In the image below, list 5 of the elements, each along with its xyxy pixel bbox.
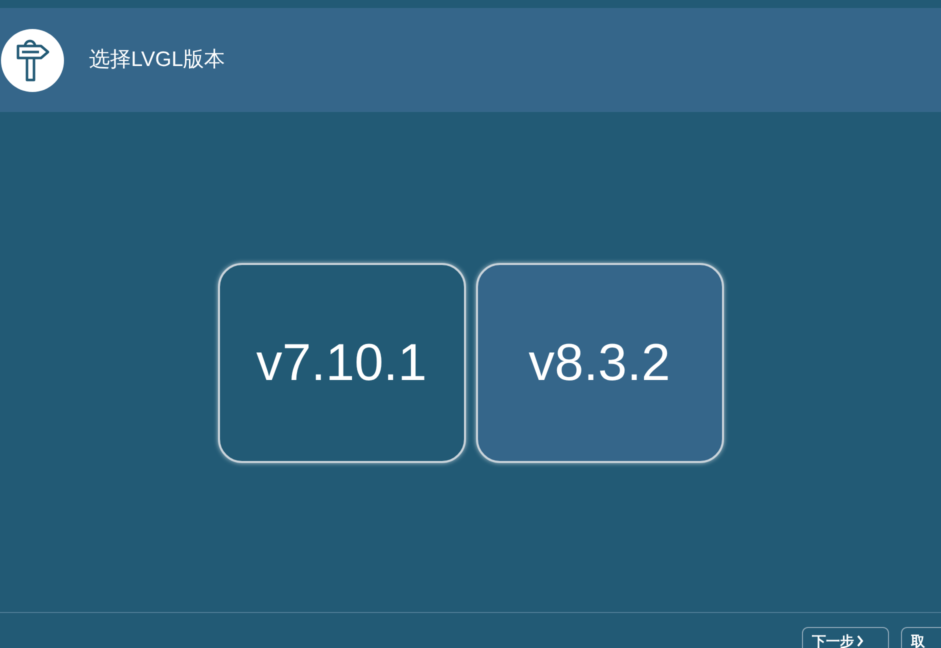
chevron-right-icon <box>856 635 864 647</box>
cancel-button[interactable]: 取 <box>901 627 941 648</box>
version-option[interactable]: v7.10.1 <box>218 263 466 463</box>
version-option[interactable]: v8.3.2 <box>476 263 724 463</box>
window-title: 选择LVGL版本 <box>89 47 226 74</box>
